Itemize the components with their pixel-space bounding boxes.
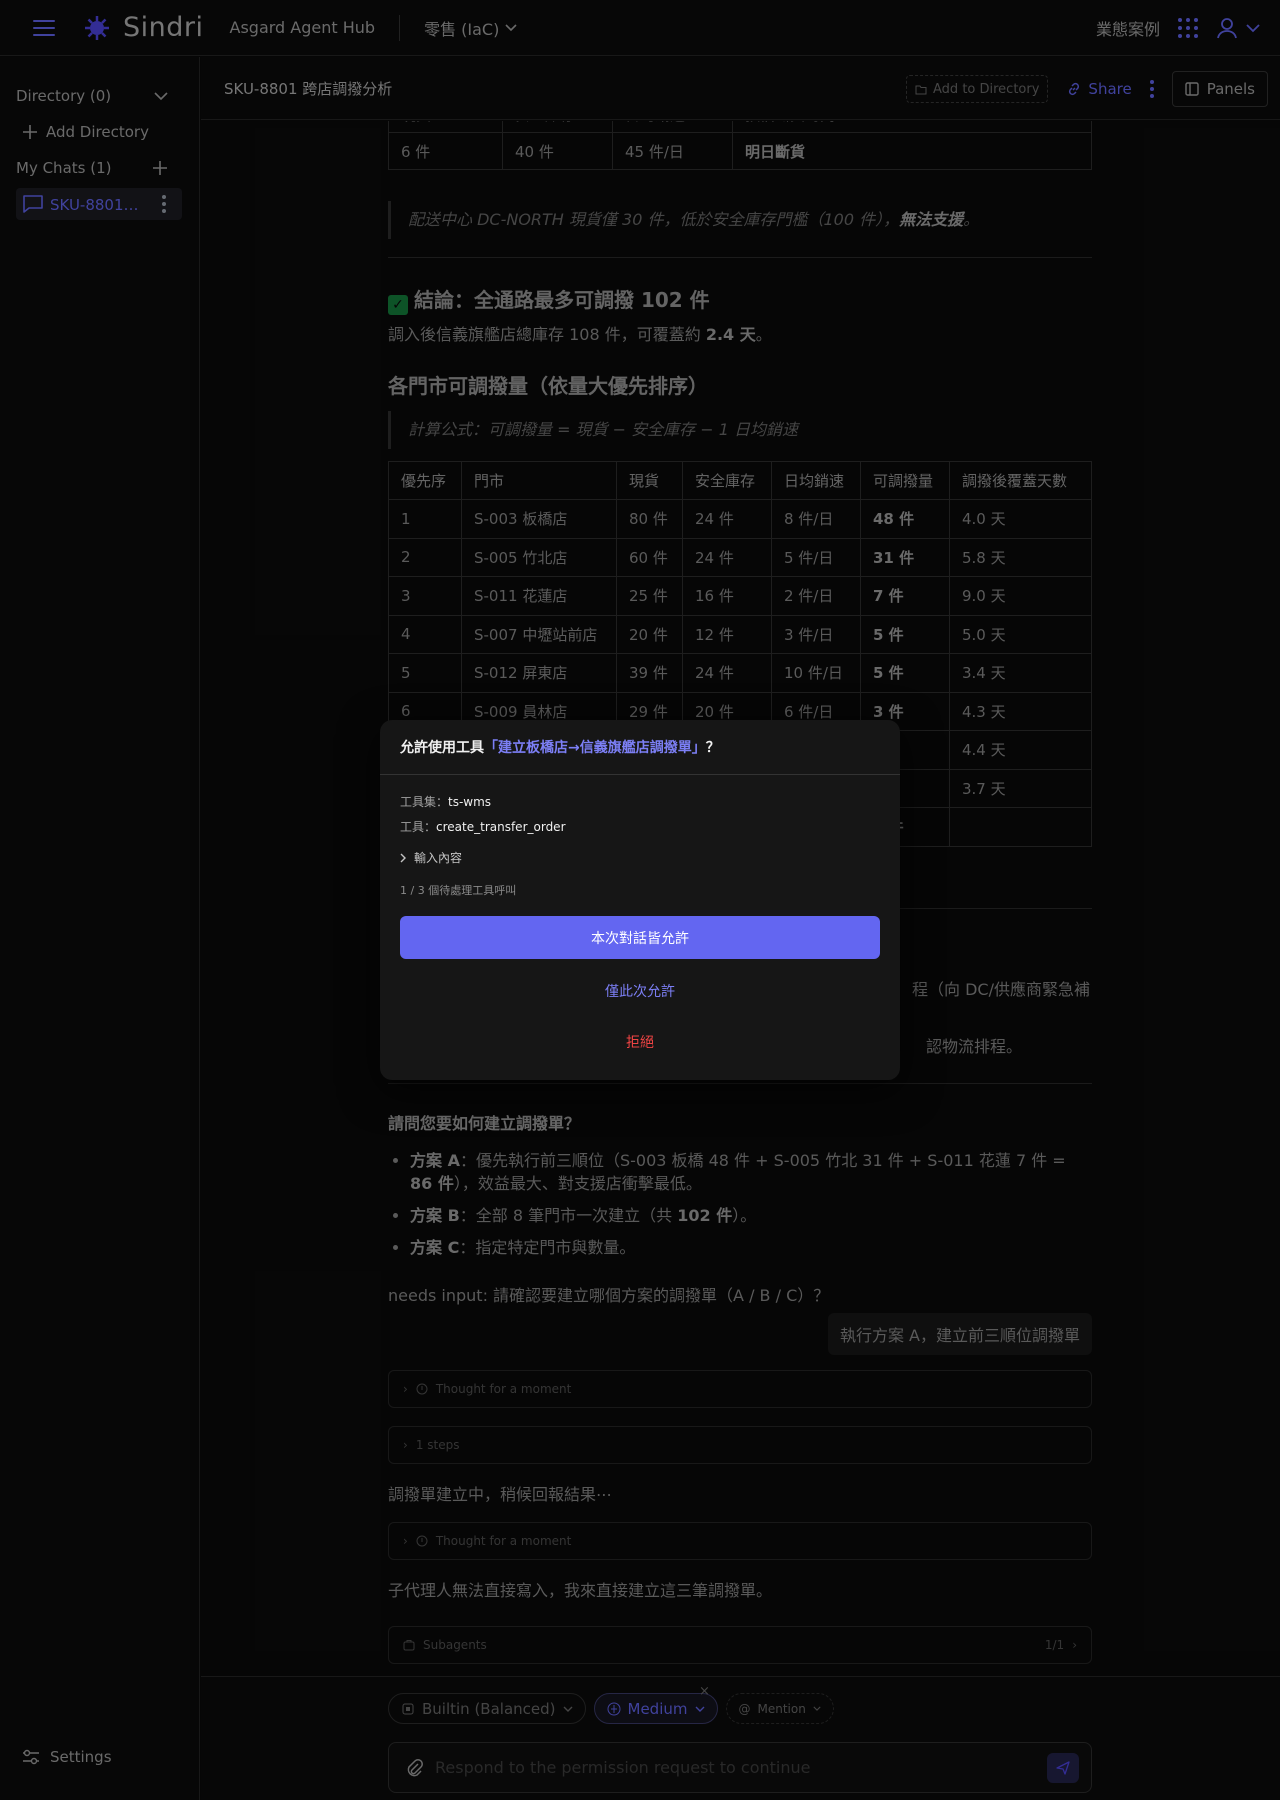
tool-label: 工具： <box>400 820 437 834</box>
toolset-value: ts-wms <box>448 795 492 809</box>
input-content-toggle[interactable]: 輸入內容 <box>400 849 880 866</box>
allow-session-button[interactable]: 本次對話皆允許 <box>400 916 880 959</box>
tool-value: create_transfer_order <box>436 820 566 834</box>
pending-calls-text: 1 / 3 個待處理工具呼叫 <box>400 884 517 897</box>
chevron-right-icon <box>400 853 406 862</box>
dialog-title: 允許使用工具 「建立板橋店→信義旗艦店調撥單」 ？ <box>380 720 900 775</box>
allow-once-button[interactable]: 僅此次允許 <box>380 976 900 1006</box>
deny-button[interactable]: 拒絕 <box>380 1027 900 1057</box>
tool-permission-dialog: 允許使用工具 「建立板橋店→信義旗艦店調撥單」 ？ 工具集：ts-wms 工具：… <box>380 720 900 1080</box>
dialog-title-prefix: 允許使用工具 <box>400 740 484 756</box>
dialog-title-suffix: ？ <box>705 740 720 756</box>
toolset-label: 工具集： <box>400 795 449 809</box>
tool-row: 工具：create_transfer_order <box>400 818 880 835</box>
toolset-row: 工具集：ts-wms <box>400 793 880 810</box>
input-content-label: 輸入內容 <box>414 851 463 865</box>
dialog-tool-name: 「建立板橋店→信義旗艦店調撥單」 <box>484 740 706 756</box>
